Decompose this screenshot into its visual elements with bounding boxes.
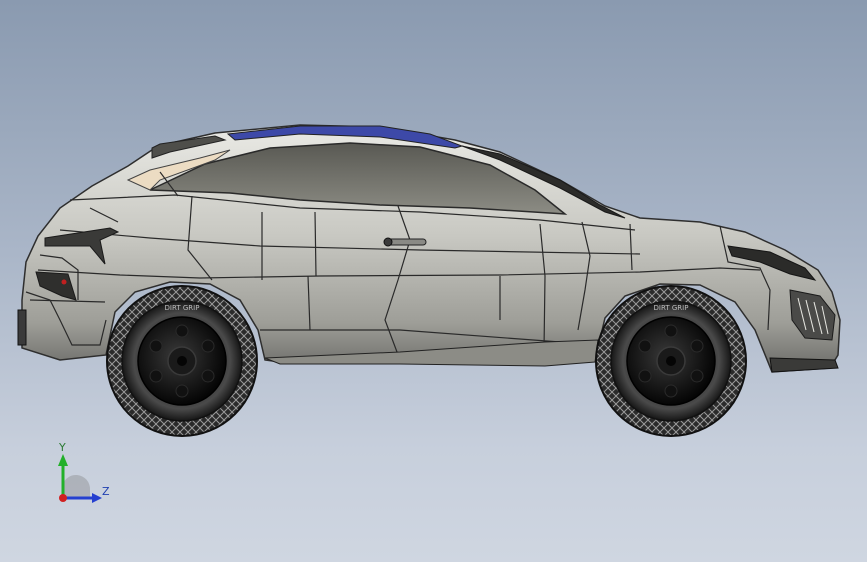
y-axis-head: [58, 454, 68, 466]
front-splitter: [769, 357, 839, 373]
x-axis-dot: [59, 494, 67, 502]
cad-viewport[interactable]: DIRT GRIP DIRT GRIP Y Z: [0, 0, 867, 562]
triad-shadow: [62, 474, 91, 498]
rear-bumper: [17, 309, 27, 346]
car-model[interactable]: DIRT GRIP DIRT GRIP: [0, 0, 867, 562]
front-tire-text: DIRT GRIP: [654, 304, 689, 312]
z-axis-head: [92, 493, 102, 503]
z-axis-label: Z: [102, 485, 110, 498]
door-handle[interactable]: [383, 237, 427, 247]
rear-tire-text: DIRT GRIP: [165, 304, 200, 312]
y-axis-label: Y: [59, 441, 66, 454]
taillight-lamp: [61, 279, 67, 285]
